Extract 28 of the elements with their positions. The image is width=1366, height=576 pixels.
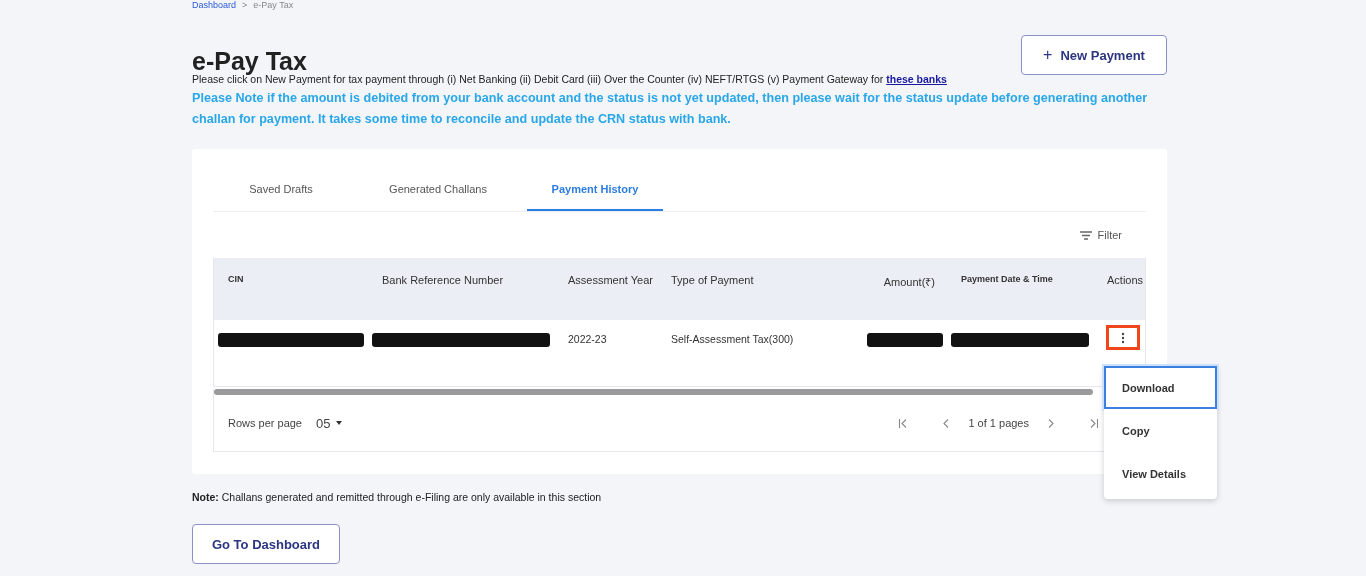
new-payment-button[interactable]: + New Payment — [1021, 35, 1167, 75]
tab[interactable]: Payment History — [527, 169, 663, 211]
menu-item[interactable]: Copy — [1104, 409, 1217, 452]
column-header: Type of Payment — [670, 273, 755, 288]
menu-item[interactable]: Download — [1104, 366, 1217, 409]
table-cell-text: Self-Assessment Tax(300) — [670, 333, 795, 345]
menu-item[interactable]: View Details — [1104, 452, 1217, 495]
banks-link[interactable]: these banks — [886, 73, 947, 85]
breadcrumb-current: e-Pay Tax — [253, 0, 294, 11]
note-text: Note: Challans generated and remitted through e-Filing are only available in this section — [192, 491, 603, 503]
rows-per-page-select[interactable]: 05 — [316, 415, 343, 431]
table-cell-text: 2022-23 — [567, 333, 608, 345]
column-header: Payment Date & Time — [960, 273, 1054, 286]
breadcrumb-separator: > — [242, 0, 248, 11]
notice-text: Please Note if the amount is debited from your bank account and the status is not yet updated, then please wait for the status update before generating another challan for payment. It takes some time to reconcile and update the CRN status with bank. — [192, 90, 1149, 128]
column-header: Assessment Year — [567, 273, 654, 288]
go-to-dashboard-button[interactable]: Go To Dashboard — [192, 524, 340, 564]
tab[interactable]: Generated Challans — [349, 169, 527, 211]
rows-per-page-label: Rows per page — [228, 417, 302, 429]
page-info: 1 of 1 pages — [968, 417, 1029, 429]
column-header: Actions — [1106, 273, 1145, 288]
filter-button[interactable]: Filter — [1097, 229, 1122, 241]
tab[interactable]: Saved Drafts — [213, 169, 349, 211]
page-title: e-Pay Tax — [192, 47, 307, 75]
column-header: CIN — [227, 273, 245, 286]
column-header: Bank Reference Number — [381, 273, 505, 288]
column-header: Amount(₹) — [882, 275, 936, 290]
breadcrumb-link[interactable]: Dashboard — [192, 0, 237, 11]
